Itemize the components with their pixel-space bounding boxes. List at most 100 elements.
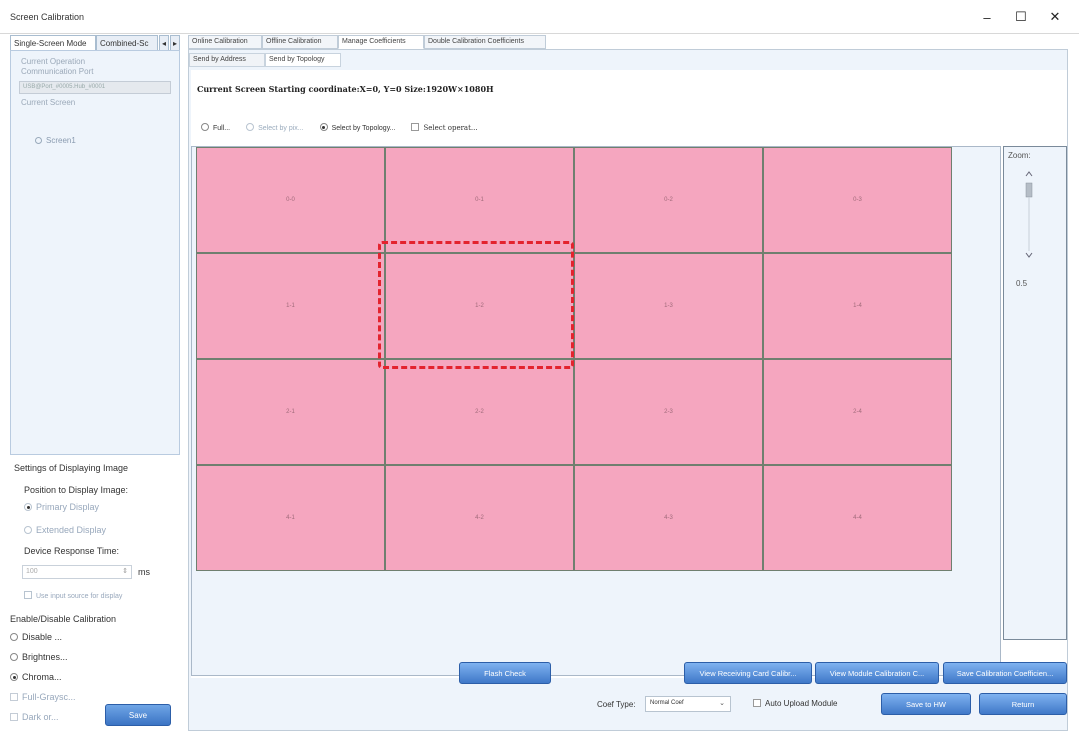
primary-display-option[interactable]: Primary Display (24, 502, 99, 512)
grid-cell[interactable]: 0-0 (196, 147, 385, 253)
checkbox-icon (10, 713, 18, 721)
left-tab-strip: Single-Screen Mode Combined-Sc ◂ ▸ (10, 35, 180, 51)
checkbox-icon (411, 123, 420, 131)
brightness-label: Brightnes... (22, 652, 68, 662)
grid-cell[interactable]: 4-2 (385, 465, 574, 571)
radio-icon (10, 653, 18, 661)
response-time-label: Device Response Time: (24, 546, 120, 556)
coef-type-value: Normal Coef (650, 700, 684, 706)
subtab-send-by-address[interactable]: Send by Address (189, 53, 265, 67)
grid-cell[interactable]: 2-1 (196, 359, 385, 465)
current-screen-info: Current Screen Starting coordinate:X=0, … (197, 84, 494, 94)
grid-cell[interactable]: 1-4 (763, 253, 952, 359)
flash-check-button[interactable]: Flash Check (459, 662, 551, 684)
grid-cell[interactable]: 1-3 (574, 253, 763, 359)
disable-option[interactable]: Disable ... (10, 632, 62, 642)
display-settings-title: Settings of Displaying Image (14, 463, 129, 473)
topology-grid-area: 0-0 0-1 0-2 0-3 1-1 1-2 1-3 1-4 2-1 2-2 … (191, 146, 1001, 676)
tab-combined-screen[interactable]: Combined-Sc (96, 35, 158, 51)
brightness-option[interactable]: Brightnes... (10, 652, 68, 662)
chroma-option[interactable]: Chroma... (10, 672, 62, 682)
receiver-card-grid: 0-0 0-1 0-2 0-3 1-1 1-2 1-3 1-4 2-1 2-2 … (196, 147, 952, 571)
view-module-calibration-button[interactable]: View Module Calibration C... (815, 662, 939, 684)
grid-cell[interactable]: 4-4 (763, 465, 952, 571)
save-button[interactable]: Save (105, 704, 171, 726)
maximize-button[interactable]: ☐ (1006, 4, 1036, 30)
topology-content: Current Screen Starting coordinate:X=0, … (191, 70, 1067, 678)
grid-cell[interactable]: 0-1 (385, 147, 574, 253)
zoom-slider[interactable] (1024, 167, 1034, 261)
dark-or-option[interactable]: Dark or... (10, 712, 59, 722)
subtab-send-by-topology[interactable]: Send by Topology (265, 53, 341, 67)
select-by-pix-label: Select by pix... (258, 125, 304, 132)
grid-cell[interactable]: 2-2 (385, 359, 574, 465)
zoom-label: Zoom: (1008, 151, 1031, 160)
grid-cell[interactable]: 2-4 (763, 359, 952, 465)
use-input-source-label: Use input source for display (36, 593, 123, 600)
primary-display-label: Primary Display (36, 502, 100, 512)
return-button[interactable]: Return (979, 693, 1067, 715)
current-screen-label: Current Screen (21, 98, 76, 107)
select-operat-option[interactable]: Select operat... (411, 123, 478, 132)
radio-icon (10, 633, 18, 641)
radio-icon (319, 123, 328, 131)
select-by-topology-label: Select by Topology... (331, 125, 396, 132)
chroma-label: Chroma... (22, 672, 62, 682)
radio-icon (24, 526, 32, 534)
tab-double-calibration-coefficients[interactable]: Double Calibration Coefficients (424, 35, 546, 49)
checkbox-icon (24, 591, 32, 599)
tab-scroll-left-icon[interactable]: ◂ (159, 35, 169, 51)
checkbox-icon (753, 699, 761, 707)
screen-tree-item[interactable]: Screen1 (35, 136, 76, 145)
extended-display-option[interactable]: Extended Display (24, 525, 106, 535)
grid-cell[interactable]: 2-3 (574, 359, 763, 465)
auto-upload-label: Auto Upload Module (765, 699, 838, 708)
use-input-source-option[interactable]: Use input source for display (24, 591, 122, 600)
ms-unit: ms (138, 567, 150, 577)
tab-offline-calibration[interactable]: Offline Calibration (262, 35, 338, 49)
minimize-button[interactable]: – (972, 4, 1002, 30)
select-by-pix-option[interactable]: Select by pix... (246, 123, 304, 132)
auto-upload-module-option[interactable]: Auto Upload Module (753, 699, 838, 708)
save-calibration-coefficients-button[interactable]: Save Calibration Coefficien... (943, 662, 1067, 684)
select-by-topology-option[interactable]: Select by Topology... (319, 123, 396, 132)
full-label: Full... (213, 125, 231, 132)
communication-port-label: Communication Port (21, 67, 94, 76)
zoom-panel: Zoom: 0.5 (1003, 146, 1067, 640)
grid-cell[interactable]: 4-1 (196, 465, 385, 571)
main-tab-strip: Online Calibration Offline Calibration M… (188, 35, 1068, 49)
grid-cell[interactable]: 0-2 (574, 147, 763, 253)
full-option[interactable]: Full... (201, 123, 231, 132)
zoom-down-arrow-icon[interactable] (1025, 252, 1033, 258)
grid-cell[interactable]: 0-3 (763, 147, 952, 253)
close-button[interactable]: ✕ (1040, 4, 1070, 30)
response-time-value: 100 (26, 568, 38, 575)
tab-manage-coefficients[interactable]: Manage Coefficients (338, 35, 424, 49)
tab-scroll-right-icon[interactable]: ▸ (170, 35, 180, 51)
window-title: Screen Calibration (10, 12, 85, 22)
coef-type-label: Coef Type: (597, 700, 636, 709)
spinner-icon[interactable]: ⇕ (122, 567, 128, 575)
zoom-up-arrow-icon[interactable] (1025, 171, 1033, 177)
selected-cell-highlight (378, 241, 574, 369)
zoom-slider-thumb[interactable] (1025, 182, 1033, 198)
tab-single-screen-mode[interactable]: Single-Screen Mode (10, 35, 96, 51)
grid-cell[interactable]: 1-1 (196, 253, 385, 359)
port-select[interactable]: USB@Port_#0005.Hub_#0001 (19, 81, 171, 94)
response-time-input[interactable]: 100 ⇕ (22, 565, 132, 579)
tab-online-calibration[interactable]: Online Calibration (188, 35, 262, 49)
calibration-title: Enable/Disable Calibration (10, 614, 117, 624)
coef-type-select[interactable]: Normal Coef ⌄ (645, 696, 731, 712)
full-grayscale-option[interactable]: Full-Graysc... (10, 692, 76, 702)
manage-coefficients-panel: Send by Address Send by Topology Current… (188, 49, 1068, 731)
screen-item-label: Screen1 (46, 136, 76, 145)
radio-icon (10, 673, 18, 681)
grid-cell[interactable]: 4-3 (574, 465, 763, 571)
checkbox-icon (10, 693, 18, 701)
dark-or-label: Dark or... (22, 712, 59, 722)
radio-icon (201, 123, 209, 131)
save-to-hw-button[interactable]: Save to HW (881, 693, 971, 715)
current-operation-label: Current Operation (21, 57, 86, 66)
left-panel: Current Operation Communication Port USB… (10, 50, 180, 455)
view-receiving-card-calibration-button[interactable]: View Receiving Card Calibr... (684, 662, 812, 684)
